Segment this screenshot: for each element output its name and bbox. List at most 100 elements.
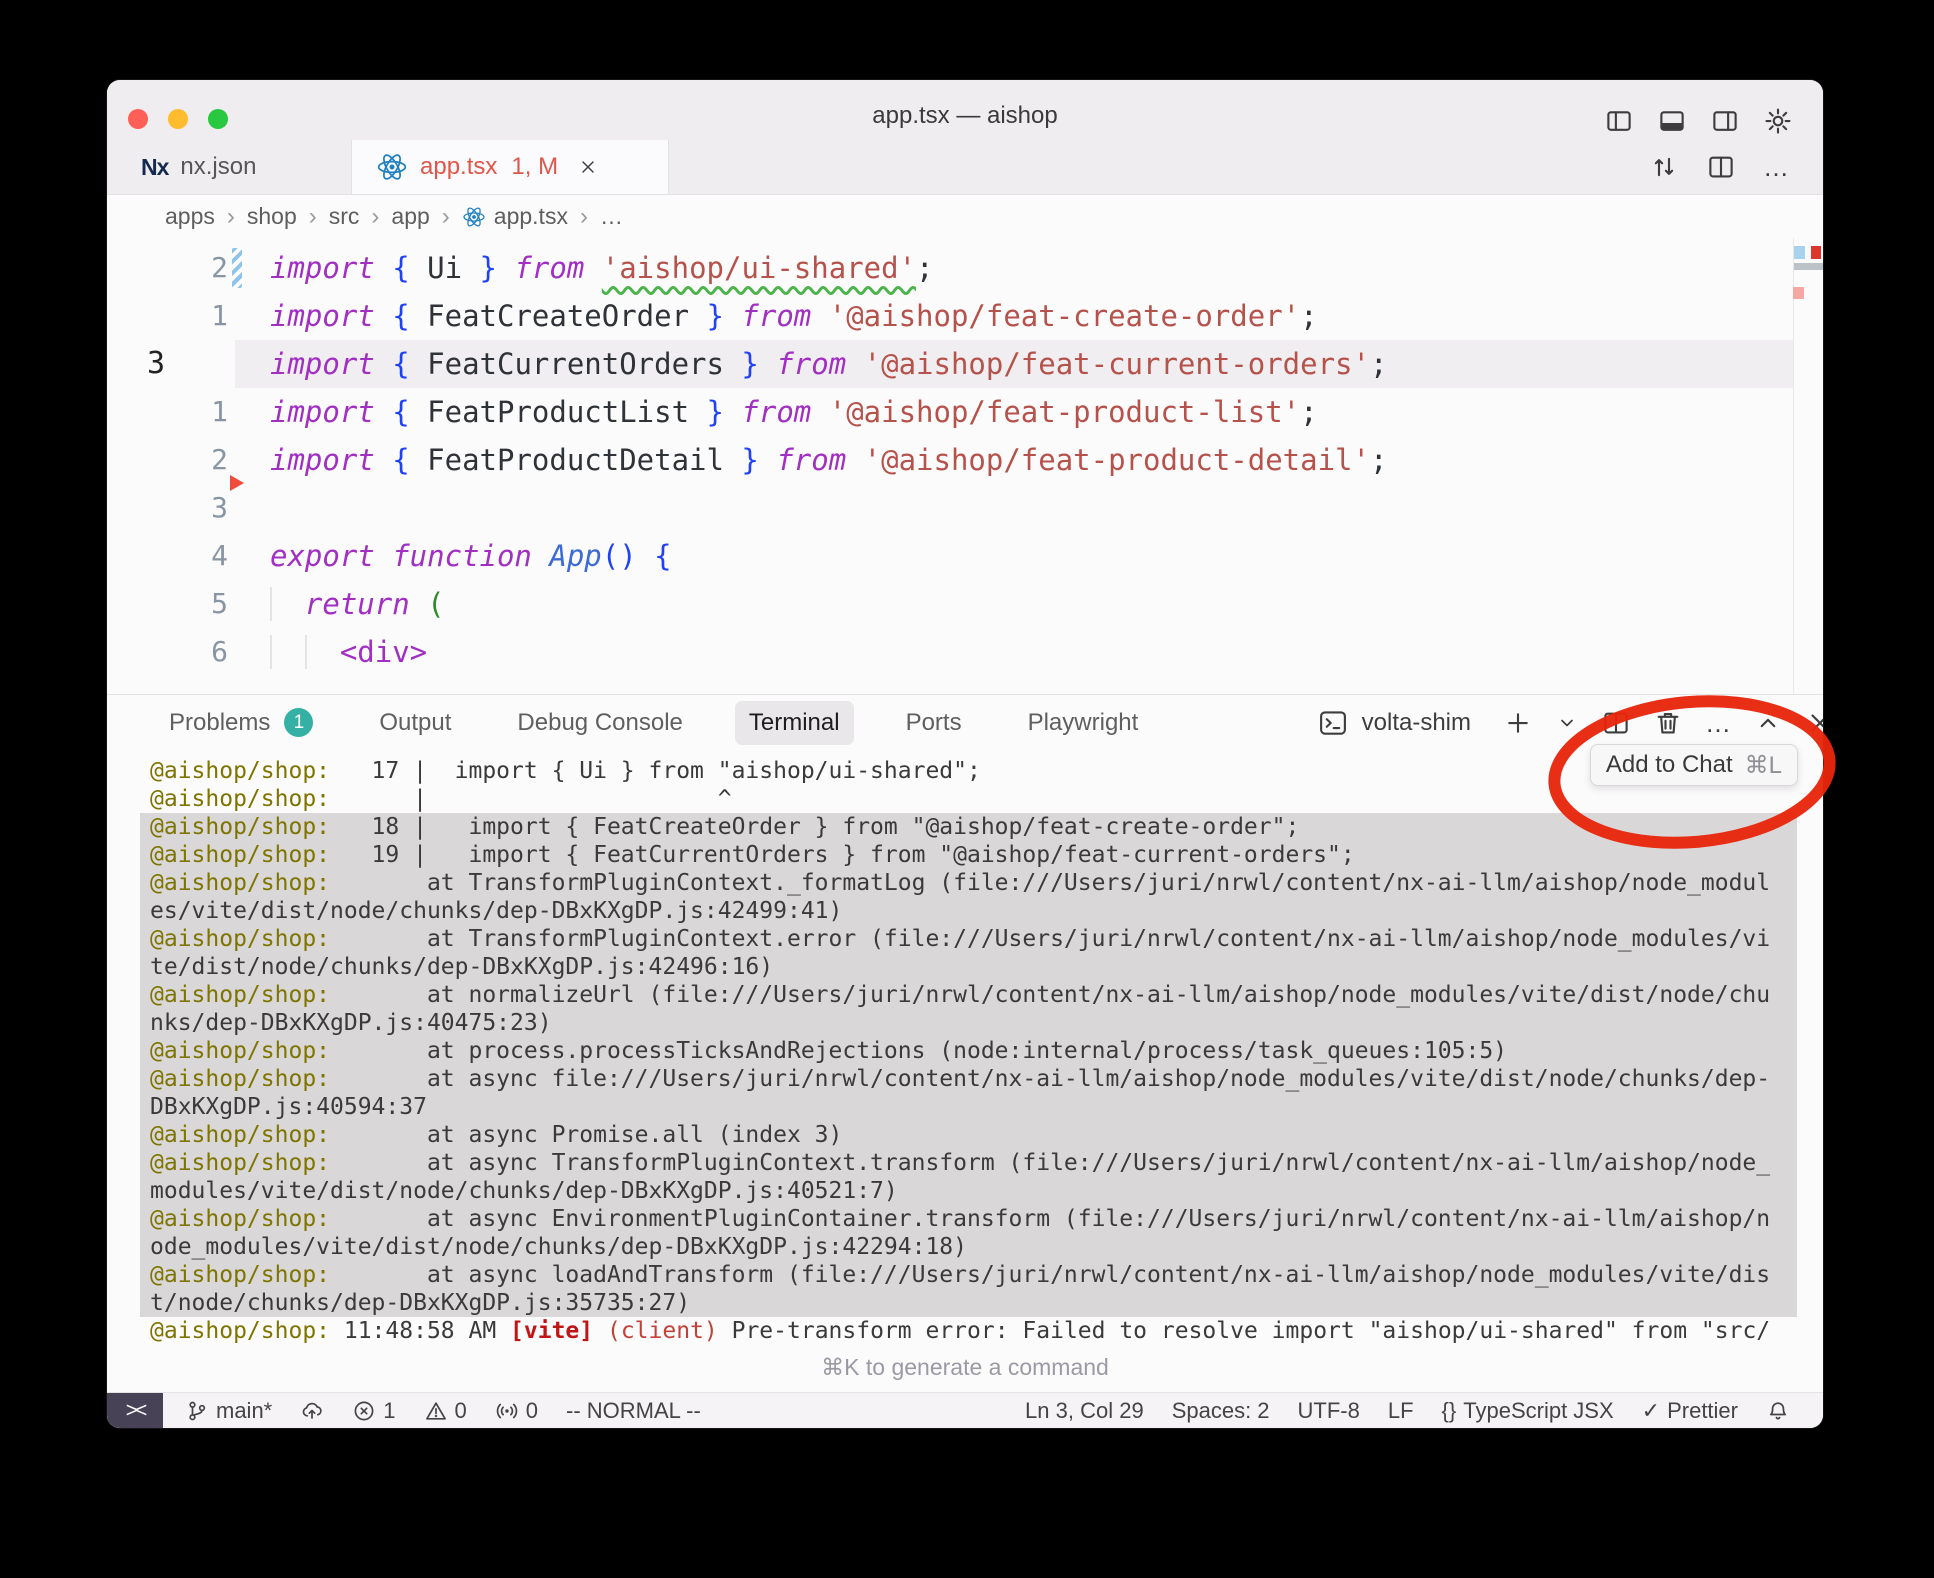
kill-terminal-button[interactable] <box>1653 708 1683 738</box>
customize-layout-button[interactable] <box>1763 106 1793 136</box>
terminal-line: @aishop/shop: 19 | import { FeatCurrentO… <box>140 841 1797 869</box>
line-number: 4 <box>107 532 228 580</box>
toggle-secondary-sidebar-button[interactable] <box>1710 106 1740 136</box>
code-line: 2import { Ui } from 'aishop/ui-shared'; <box>107 244 1823 292</box>
gutter-error-marker <box>230 475 244 491</box>
settings-gear-icon <box>1763 106 1793 136</box>
terminal-line: nks/dep-DBxKXgDP.js:40475:23) <box>140 1009 1797 1037</box>
breadcrumb-item-app[interactable]: app <box>391 203 429 230</box>
git-branch[interactable]: main* <box>185 1398 272 1424</box>
warnings[interactable]: 0 <box>424 1398 467 1424</box>
status-left-group: main* 1 0 0 -- NORMAL -- <box>185 1393 701 1428</box>
cursor-position[interactable]: Ln 3, Col 29 <box>1025 1398 1144 1424</box>
terminal-output[interactable]: @aishop/shop: 17 | import { Ui } from "a… <box>107 749 1823 1355</box>
code-line: 2import { FeatProductDetail } from '@ais… <box>107 436 1823 484</box>
panel-tab-ports[interactable]: Ports <box>892 701 976 745</box>
code-editor[interactable]: 2import { Ui } from 'aishop/ui-shared';1… <box>107 238 1823 700</box>
terminal-line: @aishop/shop: 17 | import { Ui } from "a… <box>140 757 1797 785</box>
tab-label: app.tsx <box>420 153 497 181</box>
more-editor-actions-button[interactable]: … <box>1763 154 1789 180</box>
layout-sidebar-left-icon <box>1604 106 1634 136</box>
plus-icon <box>1503 708 1533 738</box>
toggle-panel-button[interactable] <box>1657 106 1687 136</box>
code-line: 6 <div> <box>107 628 1823 676</box>
terminal-line: @aishop/shop: 11:48:58 AM [vite] (client… <box>140 1317 1797 1345</box>
breadcrumb: apps›shop›src›app›app.tsx›… <box>107 195 1823 238</box>
vim-mode[interactable]: -- NORMAL -- <box>566 1398 701 1424</box>
panel-tab-terminal[interactable]: Terminal <box>735 701 854 745</box>
close-icon <box>1805 708 1823 738</box>
panel-tab-debug-console[interactable]: Debug Console <box>503 701 696 745</box>
new-terminal-button[interactable] <box>1503 708 1533 738</box>
panel-tab-problems[interactable]: Problems1 <box>155 700 327 745</box>
error-circle-icon <box>352 1399 376 1423</box>
code-line: 1import { FeatProductList } from '@aisho… <box>107 388 1823 436</box>
split-terminal-button[interactable] <box>1601 708 1631 738</box>
terminal-line: @aishop/shop: at async EnvironmentPlugin… <box>140 1205 1797 1233</box>
terminal-box-icon <box>1318 708 1348 738</box>
panel-tab-output[interactable]: Output <box>365 701 465 745</box>
toggle-primary-sidebar-button[interactable] <box>1604 106 1634 136</box>
remote-indicator[interactable]: >< <box>107 1393 163 1428</box>
nx-logo-icon: Nx <box>141 154 168 181</box>
line-number: 5 <box>107 580 228 628</box>
terminal-line: @aishop/shop: at async loadAndTransform … <box>140 1261 1797 1289</box>
problems-count-badge: 1 <box>284 708 313 737</box>
terminal-line: modules/vite/dist/node/chunks/dep-DBxKXg… <box>140 1177 1797 1205</box>
breadcrumb-separator: › <box>307 203 319 231</box>
terminal-line: te/dist/node/chunks/dep-DBxKXgDP.js:4249… <box>140 953 1797 981</box>
terminal-line: @aishop/shop: 18 | import { FeatCreateOr… <box>140 813 1797 841</box>
add-to-chat-label: Add to Chat <box>1606 751 1733 779</box>
close-icon[interactable] <box>578 157 598 177</box>
branch-icon <box>185 1399 209 1423</box>
tab-app-tsx[interactable]: app.tsx1, M <box>351 140 669 194</box>
close-tab-button[interactable] <box>578 157 598 177</box>
line-number: 1 <box>107 292 228 340</box>
notifications-bell[interactable] <box>1766 1399 1790 1423</box>
trash-icon <box>1653 708 1683 738</box>
language-mode[interactable]: {}TypeScript JSX <box>1442 1398 1614 1424</box>
window-title: app.tsx — aishop <box>107 80 1823 140</box>
terminal-line: @aishop/shop: | ^ <box>140 785 1797 813</box>
breadcrumb-item-shop[interactable]: shop <box>247 203 297 230</box>
compare-changes-icon <box>1649 152 1679 182</box>
terminal-profiles-button[interactable] <box>1555 711 1579 735</box>
panel-tab-playwright[interactable]: Playwright <box>1014 701 1153 745</box>
more-terminal-actions-button[interactable]: … <box>1705 710 1731 736</box>
errors[interactable]: 1 <box>352 1398 395 1424</box>
warning-triangle-icon <box>424 1399 448 1423</box>
terminal-session-button[interactable]: volta-shim <box>1318 708 1481 738</box>
terminal-line: ode_modules/vite/dist/node/chunks/dep-DB… <box>140 1233 1797 1261</box>
maximize-panel-button[interactable] <box>1753 708 1783 738</box>
split-editor-button[interactable] <box>1706 152 1736 182</box>
title-bar: app.tsx — aishop <box>107 80 1823 140</box>
breadcrumb-item-app-tsx[interactable]: app.tsx <box>462 203 568 230</box>
terminal-line: @aishop/shop: at async TransformPluginCo… <box>140 1149 1797 1177</box>
bell-icon <box>1766 1399 1790 1423</box>
eol[interactable]: LF <box>1388 1398 1414 1424</box>
terminal-line: es/vite/dist/node/chunks/dep-DBxKXgDP.js… <box>140 897 1797 925</box>
close-panel-button[interactable] <box>1805 708 1823 738</box>
breadcrumb-item-src[interactable]: src <box>329 203 360 230</box>
code-line: 4export function App() { <box>107 532 1823 580</box>
terminal-toolbar: volta-shim … <box>1318 695 1823 750</box>
add-to-chat-shortcut: ⌘L <box>1745 751 1782 780</box>
terminal-line: @aishop/shop: at TransformPluginContext.… <box>140 925 1797 953</box>
add-to-chat-tooltip[interactable]: Add to Chat ⌘L <box>1590 744 1798 786</box>
publish-changes[interactable] <box>300 1399 324 1423</box>
ports-forwarded[interactable]: 0 <box>495 1398 538 1424</box>
chevron-down-icon <box>1555 711 1579 735</box>
chevron-up-icon <box>1753 708 1783 738</box>
indentation[interactable]: Spaces: 2 <box>1172 1398 1270 1424</box>
open-changes-button[interactable] <box>1649 152 1679 182</box>
formatter[interactable]: ✓Prettier <box>1642 1398 1738 1424</box>
breadcrumb-item-apps[interactable]: apps <box>165 203 215 230</box>
code-line: 3 <box>107 484 1823 532</box>
split-editor-icon <box>1601 708 1631 738</box>
react-icon <box>462 205 486 229</box>
encoding[interactable]: UTF-8 <box>1298 1398 1360 1424</box>
vscode-window: app.tsx — aishop … Nxnx.jsonapp.tsx1, M … <box>107 80 1823 1428</box>
breadcrumb-item--[interactable]: … <box>600 203 623 230</box>
terminal-ai-hint: ⌘K to generate a command <box>107 1344 1823 1390</box>
status-right-group: Ln 3, Col 29 Spaces: 2 UTF-8 LF {}TypeScript… <box>1025 1393 1790 1428</box>
